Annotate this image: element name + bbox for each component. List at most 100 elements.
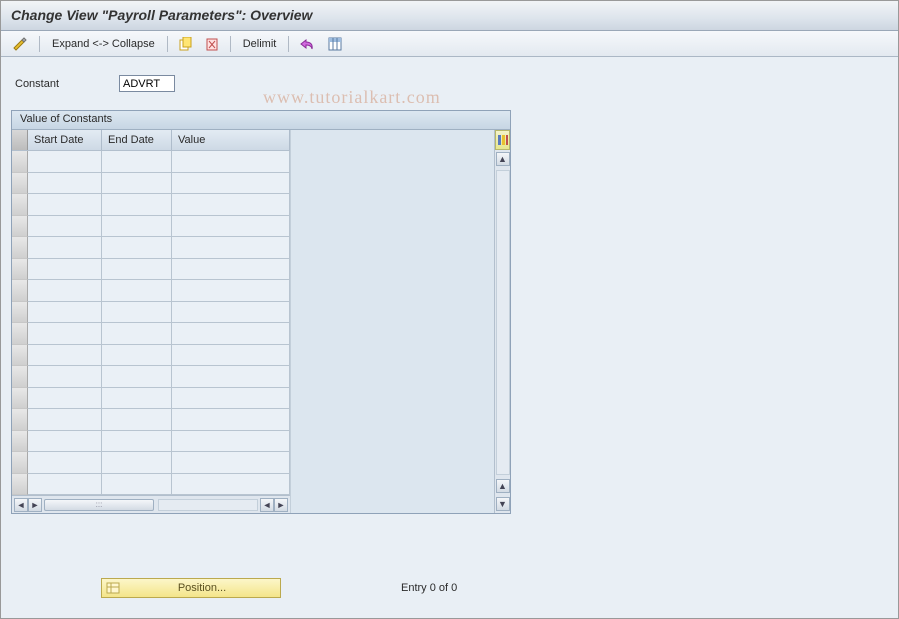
cell-value[interactable] <box>172 194 290 216</box>
table-row <box>12 216 290 238</box>
cell-end-date[interactable] <box>102 259 172 281</box>
app-window: Change View "Payroll Parameters": Overvi… <box>0 0 899 619</box>
cell-value[interactable] <box>172 431 290 453</box>
title-text: Change View "Payroll Parameters": Overvi… <box>11 7 312 23</box>
cell-value[interactable] <box>172 366 290 388</box>
cell-start-date[interactable] <box>28 345 102 367</box>
page-title: Change View "Payroll Parameters": Overvi… <box>1 1 898 31</box>
cell-start-date[interactable] <box>28 323 102 345</box>
hscroll-track[interactable] <box>158 499 258 511</box>
row-selector[interactable] <box>12 388 28 410</box>
cell-value[interactable] <box>172 302 290 324</box>
cell-start-date[interactable] <box>28 302 102 324</box>
cell-end-date[interactable] <box>102 431 172 453</box>
delete-icon[interactable] <box>202 36 222 52</box>
cell-end-date[interactable] <box>102 452 172 474</box>
cell-value[interactable] <box>172 474 290 496</box>
row-selector[interactable] <box>12 323 28 345</box>
scroll-up-icon[interactable]: ▲ <box>496 152 510 166</box>
cell-end-date[interactable] <box>102 323 172 345</box>
row-selector[interactable] <box>12 151 28 173</box>
row-selector-header[interactable] <box>12 130 28 150</box>
cell-value[interactable] <box>172 409 290 431</box>
table-settings-icon[interactable] <box>325 36 345 52</box>
cell-start-date[interactable] <box>28 151 102 173</box>
col-start-date[interactable]: Start Date <box>28 130 102 150</box>
cell-end-date[interactable] <box>102 280 172 302</box>
cell-start-date[interactable] <box>28 474 102 496</box>
toolbar: Expand <-> Collapse Delimit <box>1 31 898 57</box>
scroll-down-icon[interactable]: ▼ <box>496 497 510 511</box>
cell-start-date[interactable] <box>28 280 102 302</box>
row-selector[interactable] <box>12 194 28 216</box>
cell-start-date[interactable] <box>28 237 102 259</box>
constant-input[interactable] <box>119 75 175 92</box>
grid-spacer <box>290 130 494 513</box>
cell-value[interactable] <box>172 237 290 259</box>
scroll-left-icon[interactable]: ◄ <box>14 498 28 512</box>
cell-value[interactable] <box>172 388 290 410</box>
col-value[interactable]: Value <box>172 130 290 150</box>
row-selector[interactable] <box>12 366 28 388</box>
configure-columns-icon[interactable] <box>495 130 510 150</box>
vscroll-track[interactable] <box>496 170 510 475</box>
cell-start-date[interactable] <box>28 431 102 453</box>
cell-end-date[interactable] <box>102 388 172 410</box>
copy-icon[interactable] <box>176 36 196 52</box>
cell-value[interactable] <box>172 151 290 173</box>
scroll-up-step-icon[interactable]: ▲ <box>496 479 510 493</box>
scroll-right-step-icon[interactable]: ► <box>28 498 42 512</box>
row-selector[interactable] <box>12 474 28 496</box>
row-selector[interactable] <box>12 237 28 259</box>
cell-end-date[interactable] <box>102 366 172 388</box>
cell-value[interactable] <box>172 173 290 195</box>
row-selector[interactable] <box>12 345 28 367</box>
cell-value[interactable] <box>172 216 290 238</box>
grid-body <box>12 151 290 495</box>
hscroll-thumb[interactable]: ::: <box>44 499 154 511</box>
cell-start-date[interactable] <box>28 216 102 238</box>
cell-end-date[interactable] <box>102 345 172 367</box>
row-selector[interactable] <box>12 259 28 281</box>
cell-start-date[interactable] <box>28 194 102 216</box>
row-selector[interactable] <box>12 409 28 431</box>
cell-value[interactable] <box>172 345 290 367</box>
cell-end-date[interactable] <box>102 237 172 259</box>
table-row <box>12 237 290 259</box>
row-selector[interactable] <box>12 302 28 324</box>
cell-value[interactable] <box>172 323 290 345</box>
cell-start-date[interactable] <box>28 409 102 431</box>
cell-value[interactable] <box>172 259 290 281</box>
expand-collapse-button[interactable]: Expand <-> Collapse <box>48 38 159 50</box>
footer-row: Position... Entry 0 of 0 <box>101 578 457 598</box>
col-end-date[interactable]: End Date <box>102 130 172 150</box>
delimit-button[interactable]: Delimit <box>239 38 281 50</box>
cell-end-date[interactable] <box>102 173 172 195</box>
separator <box>167 36 168 52</box>
undo-icon[interactable] <box>297 36 319 52</box>
cell-end-date[interactable] <box>102 302 172 324</box>
row-selector[interactable] <box>12 280 28 302</box>
cell-start-date[interactable] <box>28 452 102 474</box>
row-selector[interactable] <box>12 452 28 474</box>
cell-start-date[interactable] <box>28 366 102 388</box>
cell-end-date[interactable] <box>102 216 172 238</box>
cell-end-date[interactable] <box>102 409 172 431</box>
row-selector[interactable] <box>12 173 28 195</box>
cell-value[interactable] <box>172 280 290 302</box>
table-row <box>12 323 290 345</box>
cell-start-date[interactable] <box>28 173 102 195</box>
row-selector[interactable] <box>12 431 28 453</box>
position-button[interactable]: Position... <box>101 578 281 598</box>
cell-end-date[interactable] <box>102 194 172 216</box>
cell-value[interactable] <box>172 452 290 474</box>
cell-end-date[interactable] <box>102 474 172 496</box>
scroll-left-step-icon[interactable]: ◄ <box>260 498 274 512</box>
content-area: www.tutorialkart.com Constant Value of C… <box>1 57 898 618</box>
row-selector[interactable] <box>12 216 28 238</box>
cell-start-date[interactable] <box>28 388 102 410</box>
cell-start-date[interactable] <box>28 259 102 281</box>
toggle-display-change-icon[interactable] <box>9 35 31 53</box>
cell-end-date[interactable] <box>102 151 172 173</box>
scroll-right-icon[interactable]: ► <box>274 498 288 512</box>
